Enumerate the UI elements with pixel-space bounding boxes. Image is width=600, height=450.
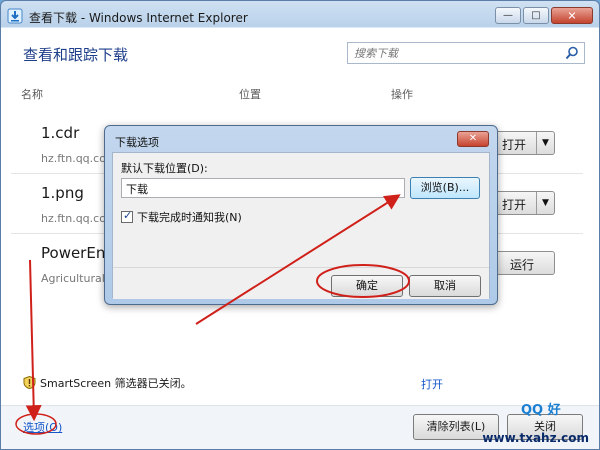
open-button[interactable]: 打开 ▼ xyxy=(489,191,555,215)
action-label: 打开 xyxy=(502,138,527,152)
watermark-url: www.txahz.com xyxy=(482,431,589,445)
cancel-button[interactable]: 取消 xyxy=(409,275,481,297)
search-box[interactable] xyxy=(347,42,585,64)
file-source: hz.ftn.qq.co xyxy=(41,212,106,225)
smartscreen-text: SmartScreen 筛选器已关闭。 xyxy=(40,377,192,390)
warning-shield-icon xyxy=(23,376,36,389)
smartscreen-status: SmartScreen 筛选器已关闭。 xyxy=(23,375,192,391)
action-label: 打开 xyxy=(502,198,527,212)
download-location-field[interactable]: 下载 xyxy=(121,178,405,198)
page-header: 查看和跟踪下载 xyxy=(1,31,599,79)
run-button[interactable]: 运行 xyxy=(489,251,555,275)
file-source: Agricultural xyxy=(41,272,105,285)
dropdown-arrow-icon[interactable]: ▼ xyxy=(536,132,554,154)
column-name[interactable]: 名称 xyxy=(21,86,43,102)
action-label: 运行 xyxy=(510,258,535,272)
column-location[interactable]: 位置 xyxy=(239,86,261,102)
ok-button[interactable]: 确定 xyxy=(331,275,403,297)
column-action[interactable]: 操作 xyxy=(391,86,413,102)
title-bar: 查看下载 - Windows Internet Explorer — □ ✕ xyxy=(1,1,599,31)
options-link[interactable]: 选项(O) xyxy=(23,419,62,435)
browse-button[interactable]: 浏览(B)... xyxy=(410,177,480,199)
column-headers: 名称 位置 操作 xyxy=(1,83,599,103)
maximize-button[interactable]: □ xyxy=(523,7,549,24)
watermark-brand: QQ 好 xyxy=(521,403,561,418)
download-arrow-icon xyxy=(7,8,23,24)
dialog-title: 下载选项 xyxy=(115,136,159,149)
file-name: 1.png xyxy=(41,184,84,202)
dialog-close-button[interactable]: ✕ xyxy=(457,131,489,147)
checkbox-checked-icon[interactable] xyxy=(121,209,133,223)
close-icon: ✕ xyxy=(468,133,478,144)
file-name: PowerEn xyxy=(41,244,106,262)
window-controls: — □ ✕ xyxy=(495,7,593,24)
minimize-button[interactable]: — xyxy=(495,7,521,24)
smartscreen-open-link[interactable]: 打开 xyxy=(421,376,443,392)
ie-download-window: 查看下载 - Windows Internet Explorer — □ ✕ 查… xyxy=(0,0,600,450)
dropdown-arrow-icon[interactable]: ▼ xyxy=(536,192,554,214)
default-location-label: 默认下载位置(D): xyxy=(121,162,208,175)
download-options-dialog: 下载选项 ✕ 默认下载位置(D): 下载 浏览(B)... 下载完成时通知我(N… xyxy=(104,125,498,305)
file-source: hz.ftn.qq.co xyxy=(41,152,106,165)
window-title: 查看下载 - Windows Internet Explorer xyxy=(29,11,248,25)
notify-label: 下载完成时通知我(N) xyxy=(137,211,242,224)
page-title: 查看和跟踪下载 xyxy=(23,46,129,64)
search-icon[interactable] xyxy=(565,46,579,60)
notify-checkbox[interactable]: 下载完成时通知我(N) xyxy=(121,209,242,225)
open-button[interactable]: 打开 ▼ xyxy=(489,131,555,155)
dialog-footer: 确定 取消 xyxy=(113,267,489,299)
dialog-body: 默认下载位置(D): 下载 浏览(B)... 下载完成时通知我(N) 确定 取消 xyxy=(112,152,490,299)
maximize-icon: □ xyxy=(531,9,541,21)
file-name: 1.cdr xyxy=(41,124,80,142)
close-window-button[interactable]: ✕ xyxy=(551,7,593,24)
close-icon: ✕ xyxy=(567,9,577,22)
search-input[interactable] xyxy=(348,43,548,63)
minimize-icon: — xyxy=(503,9,513,21)
